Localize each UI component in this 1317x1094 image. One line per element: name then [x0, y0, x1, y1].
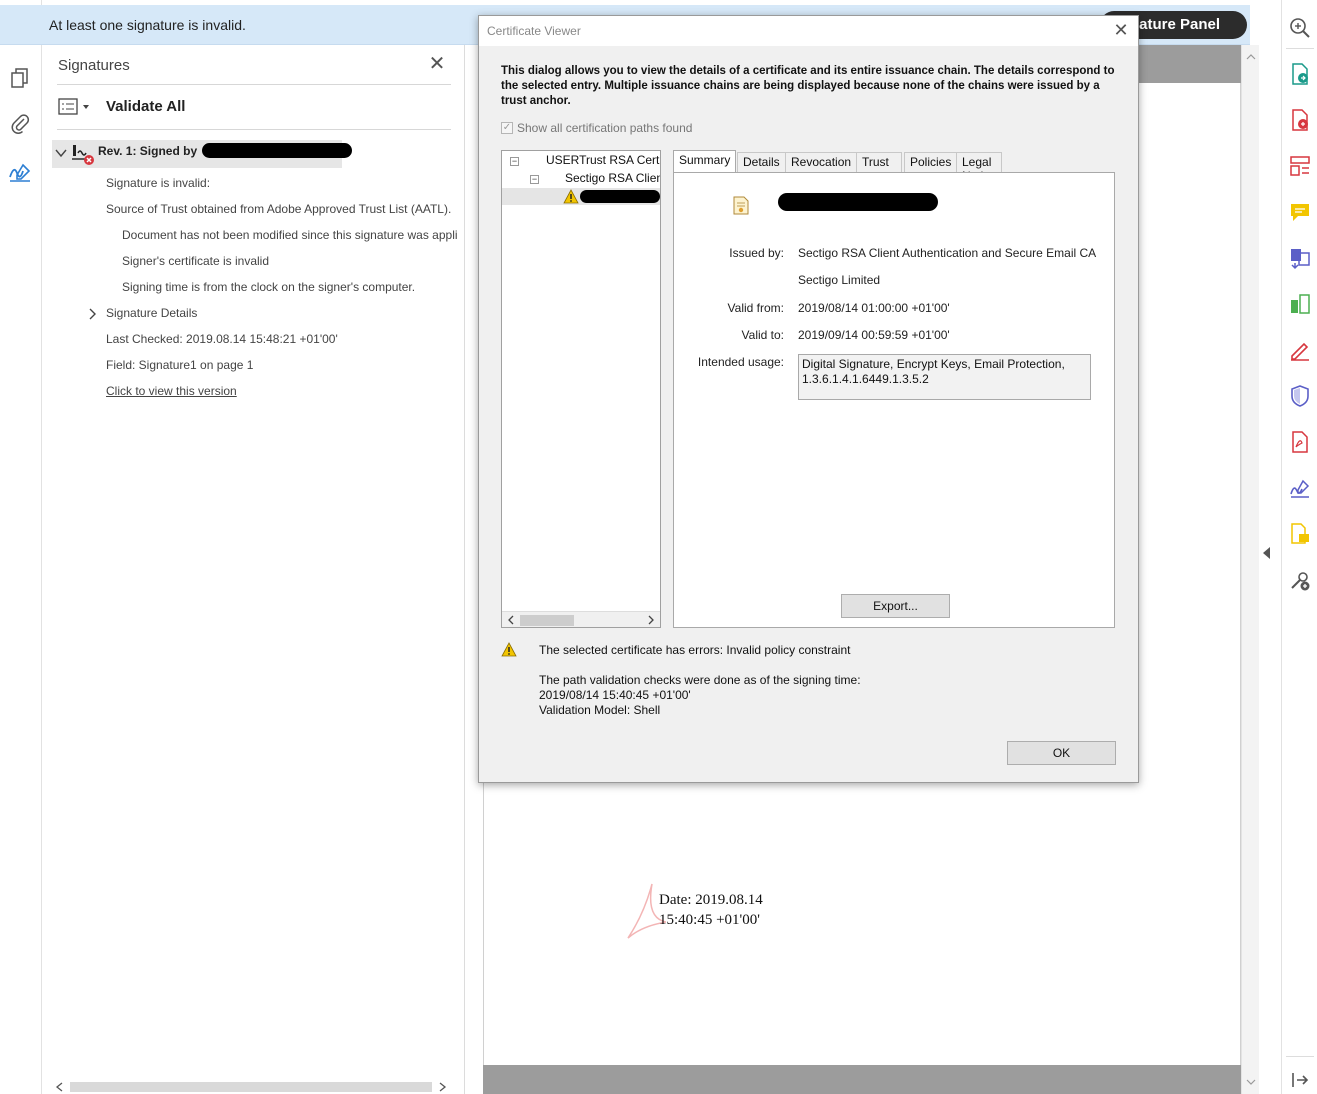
scrollbar-thumb[interactable]	[520, 615, 574, 626]
revision-row[interactable]: Rev. 1: Signed by	[52, 140, 352, 168]
validate-all-button[interactable]: Validate All	[106, 98, 185, 115]
chain-selected-node[interactable]	[502, 188, 660, 205]
pane-title: Signatures	[58, 57, 130, 74]
chain-horizontal-scrollbar[interactable]	[502, 611, 660, 627]
invalid-signature-icon	[72, 145, 94, 165]
view-version-link[interactable]: Click to view this version	[106, 384, 237, 398]
issued-by-value: Sectigo RSA Client Authentication and Se…	[798, 246, 1097, 260]
certificate-icon	[733, 196, 749, 215]
stamp-date-line: Date: 2019.08.14	[659, 892, 763, 908]
pages-icon[interactable]	[6, 64, 34, 92]
edit-pdf-icon[interactable]	[1288, 154, 1312, 178]
more-tools-icon[interactable]	[1288, 568, 1312, 592]
divider	[1286, 1056, 1314, 1057]
comment-icon[interactable]	[1288, 200, 1312, 224]
create-pdf-icon[interactable]	[1288, 108, 1312, 132]
left-navigation-rail	[0, 0, 42, 1094]
tab-trust[interactable]: Trust	[856, 152, 902, 172]
scroll-left-icon[interactable]	[506, 615, 516, 625]
acrobat-pdf-icon[interactable]	[1288, 430, 1312, 454]
tab-summary[interactable]: Summary	[673, 150, 737, 173]
ok-button[interactable]: OK	[1007, 741, 1116, 765]
checkbox-checked-icon[interactable]: ✓	[501, 122, 513, 134]
search-zoom-icon[interactable]	[1288, 16, 1312, 40]
tab-revocation[interactable]: Revocation	[785, 152, 858, 172]
dialog-description: This dialog allows you to view the detai…	[501, 65, 1115, 107]
combine-files-icon[interactable]	[1288, 246, 1312, 270]
options-menu-button[interactable]	[58, 97, 98, 117]
signature-stamp-date: Date: 2019.08.14 15:40:45 +01'00'	[659, 890, 763, 930]
vertical-scrollbar[interactable]	[1241, 45, 1259, 1094]
dialog-title: Certificate Viewer	[487, 24, 581, 38]
valid-from-value: 2019/08/14 01:00:00 +01'00'	[798, 301, 950, 315]
signature-pen-icon[interactable]	[6, 158, 34, 186]
issued-by-label: Issued by:	[729, 246, 784, 260]
redacted-subject-name	[778, 193, 938, 211]
tab-policies[interactable]: Policies	[904, 152, 958, 172]
revision-label: Rev. 1: Signed by	[98, 144, 198, 158]
divider	[1286, 48, 1314, 49]
document-gutter	[483, 1065, 1241, 1094]
signing-time-status: Signing time is from the clock on the si…	[122, 280, 416, 294]
trust-source: Source of Trust obtained from Adobe Appr…	[106, 202, 452, 216]
modification-status: Document has not been modified since thi…	[122, 228, 458, 242]
path-validation-info: The path validation checks were done as …	[539, 673, 861, 718]
chain-root-node[interactable]: USERTrust RSA Certifi	[546, 153, 660, 167]
valid-to-label: Valid to:	[741, 328, 784, 342]
organize-pages-icon[interactable]	[1288, 292, 1312, 316]
tab-details[interactable]: Details	[737, 152, 786, 172]
certificate-viewer-dialog: Certificate Viewer ✕ This dialog allows …	[478, 15, 1139, 783]
certificate-chain-tree[interactable]: − USERTrust RSA Certifi − Sectigo RSA Cl…	[501, 150, 661, 628]
protect-shield-icon[interactable]	[1288, 384, 1312, 408]
signature-status: Signature is invalid:	[106, 176, 211, 190]
summary-panel: Issued by: Sectigo RSA Client Authentica…	[673, 172, 1115, 628]
send-comments-icon[interactable]	[1288, 522, 1312, 546]
close-pane-button[interactable]: ✕	[426, 53, 448, 75]
banner-message: At least one signature is invalid.	[49, 17, 246, 33]
last-checked: Last Checked: 2019.08.14 15:48:21 +01'00…	[106, 332, 338, 346]
signature-panel-label: nature Panel	[1130, 16, 1221, 33]
request-signature-icon[interactable]	[1288, 476, 1312, 500]
stamp-time-line: 15:40:45 +01'00'	[659, 912, 760, 928]
divider	[57, 84, 451, 85]
warning-icon	[563, 189, 579, 204]
path-validation-line: The path validation checks were done as …	[539, 673, 861, 687]
dialog-titlebar: Certificate Viewer ✕	[479, 16, 1138, 46]
valid-to-value: 2019/09/14 00:59:59 +01'00'	[798, 328, 950, 342]
dialog-close-button[interactable]: ✕	[1111, 20, 1131, 41]
redacted-certificate-name	[580, 190, 660, 203]
redacted-signer-name	[202, 143, 352, 158]
export-button[interactable]: Export...	[841, 594, 950, 618]
tools-rail	[1281, 0, 1317, 1094]
intended-usage-label: Intended usage:	[697, 355, 784, 369]
export-pdf-icon[interactable]	[1288, 62, 1312, 86]
signatures-pane: Signatures ✕ Validate All Rev. 1: Signed…	[42, 45, 465, 1094]
issuer-organization: Sectigo Limited	[798, 273, 881, 287]
horizontal-scrollbar[interactable]	[48, 1081, 448, 1093]
scroll-right-icon[interactable]	[646, 615, 656, 625]
intended-usage-field[interactable]: Digital Signature, Encrypt Keys, Email P…	[798, 354, 1091, 400]
collapse-node-icon[interactable]: −	[530, 175, 539, 184]
chain-intermediate-node[interactable]: Sectigo RSA Client	[565, 171, 660, 185]
chevron-down-icon[interactable]	[54, 146, 68, 160]
field-info: Field: Signature1 on page 1	[106, 358, 254, 372]
fill-sign-icon[interactable]	[1288, 338, 1312, 362]
tab-legal-notice[interactable]: Legal Notice	[956, 152, 1003, 183]
warning-icon	[501, 642, 517, 657]
signature-details[interactable]: Signature Details	[106, 306, 197, 320]
attachment-icon[interactable]	[6, 110, 34, 138]
validation-model-line: Validation Model: Shell	[539, 703, 661, 717]
show-all-paths-label: Show all certification paths found	[517, 121, 693, 135]
show-all-paths-checkbox[interactable]: ✓ Show all certification paths found	[501, 121, 692, 135]
collapse-tools-arrow[interactable]	[1263, 547, 1270, 559]
collapse-node-icon[interactable]: −	[510, 157, 519, 166]
divider	[57, 129, 451, 130]
chevron-right-icon[interactable]	[86, 308, 98, 320]
expand-panel-icon[interactable]	[1288, 1068, 1312, 1092]
valid-from-label: Valid from:	[727, 301, 784, 315]
signing-time-line: 2019/08/14 15:40:45 +01'00'	[539, 688, 691, 702]
certificate-error-message: The selected certificate has errors: Inv…	[539, 643, 851, 657]
certificate-status: Signer's certificate is invalid	[122, 254, 270, 268]
